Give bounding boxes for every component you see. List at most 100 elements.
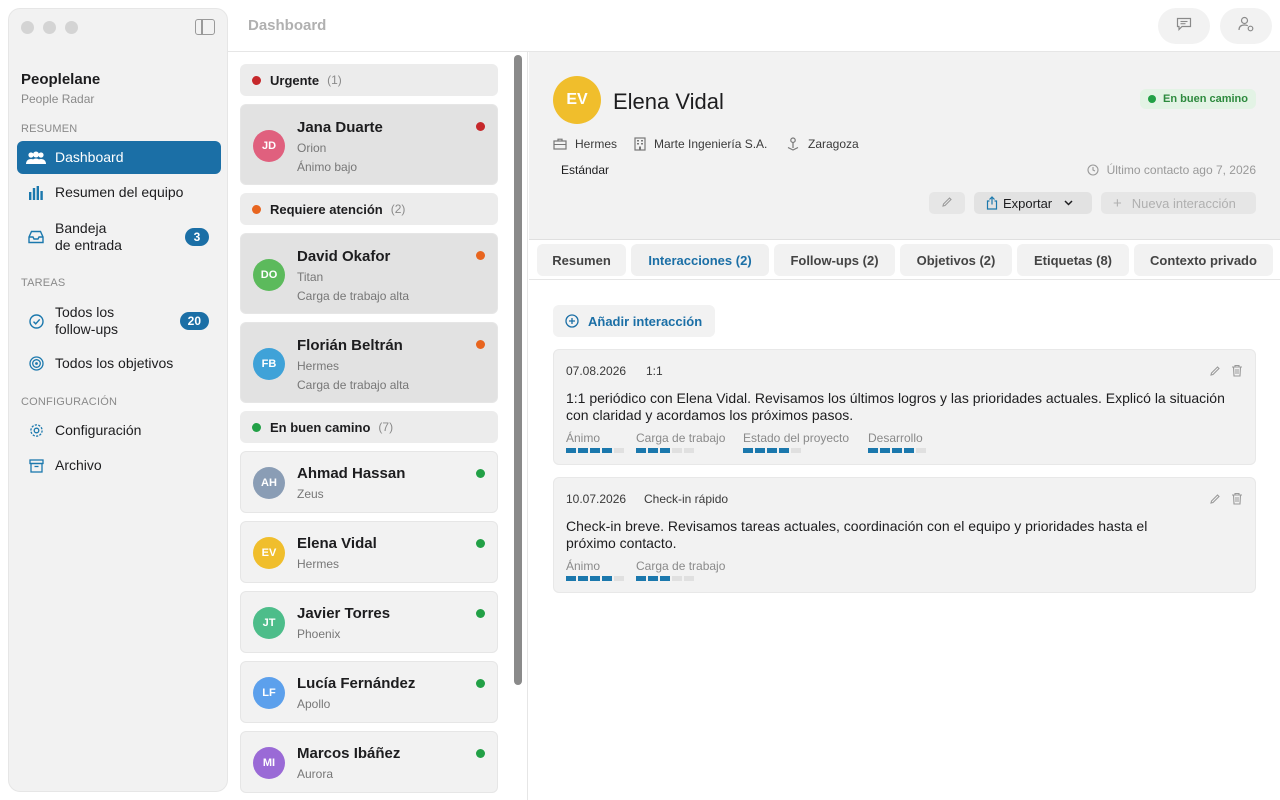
interaction-type: 1:1 [646,364,663,378]
group-label: Urgente [270,72,320,88]
trash-icon[interactable] [1231,492,1243,510]
tab-goals[interactable]: Objetivos (2) [900,244,1012,276]
metric-rating [636,576,694,581]
sidebar-item-dashboard[interactable]: Dashboard [17,141,221,174]
interaction-card[interactable]: 07.08.2026 1:1 1:1 periódico con Elena V… [553,349,1256,465]
group-count: (7) [378,420,394,434]
group-header-on-track[interactable]: En buen camino (7) [240,411,498,443]
person-card[interactable]: FB Florián Beltrán Hermes Carga de traba… [240,322,498,403]
metric-rating [566,448,624,453]
last-contact-text: Último contacto ago 7, 2026 [1106,163,1256,177]
metric-rating [636,448,694,453]
sidebar-item-team-summary[interactable]: Resumen del equipo [17,176,221,209]
company-meta: Marte Ingeniería S.A. [634,137,767,151]
person-card[interactable]: MI Marcos Ibáñez Aurora [240,731,498,793]
rating-segment [791,448,801,453]
export-button[interactable]: Exportar [974,192,1092,214]
tab-private-context[interactable]: Contexto privado [1134,244,1273,276]
sidebar-item-all-goals[interactable]: Todos los objetivos [17,347,221,380]
person-detail: EV Elena Vidal En buen camino Hermes Mar… [529,52,1280,800]
rating-segment [892,448,902,453]
group-header-needs-attention[interactable]: Requiere atención (2) [240,193,498,225]
sidebar-item-inbox[interactable]: Bandeja de entrada 3 [17,219,221,255]
edit-icon[interactable] [1209,492,1221,510]
person-name: Jana Duarte [297,119,383,136]
chevron-down-icon[interactable] [1064,200,1073,206]
rating-segment [636,448,646,453]
person-card[interactable]: JD Jana Duarte Orion Ánimo bajo [240,104,498,185]
person-card[interactable]: DO David Okafor Titan Carga de trabajo a… [240,233,498,314]
followups-count-badge: 20 [179,312,209,330]
add-interaction-button[interactable]: Añadir interacción [553,305,715,337]
tab-summary[interactable]: Resumen [537,244,626,276]
sidebar-item-settings[interactable]: Configuración [17,414,221,447]
status-dot [476,340,485,349]
person-team: Phoenix [297,627,341,641]
rating-segment [660,576,670,581]
rating-segment [566,576,576,581]
list-scrollbar[interactable] [514,55,522,685]
user-settings-button[interactable] [1220,8,1272,44]
avatar: EV [253,537,285,569]
tab-followups[interactable]: Follow-ups (2) [774,244,895,276]
toolbar: Dashboard [228,0,1280,52]
status-dot [476,539,485,548]
person-card[interactable]: EV Elena Vidal Hermes [240,521,498,583]
group-header-urgent[interactable]: Urgente (1) [240,64,498,96]
plus-circle-icon [565,314,579,328]
rating-segment [578,448,588,453]
avatar: MI [253,747,285,779]
rating-segment [904,448,914,453]
person-name-heading: Elena Vidal [613,89,724,114]
person-card[interactable]: AH Ahmad Hassan Zeus [240,451,498,513]
new-interaction-button[interactable]: + Nueva interacción [1101,192,1256,214]
person-card[interactable]: LF Lucía Fernández Apollo [240,661,498,723]
briefcase-icon [553,138,567,150]
sidebar-item-archive[interactable]: Archivo [17,449,221,482]
rating-segment [566,448,576,453]
status-dot [476,469,485,478]
sidebar-item-label: Resumen del equipo [55,184,184,200]
detail-tabs: Resumen Interacciones (2) Follow-ups (2)… [529,240,1280,280]
metric-rating [566,576,624,581]
rating-segment [755,448,765,453]
metric-label: Carga de trabajo [636,559,726,573]
edit-icon[interactable] [1209,364,1221,382]
person-team: Orion [297,141,327,155]
group-label: Requiere atención [270,201,383,217]
tab-tags[interactable]: Etiquetas (8) [1017,244,1129,276]
trash-icon[interactable] [1231,364,1243,382]
avatar: EV [553,76,601,124]
status-dot [476,122,485,131]
section-tasks-label: TAREAS [21,277,66,289]
group-count: (1) [327,73,342,87]
zoom-window-button[interactable] [65,21,78,34]
rating-segment [636,576,646,581]
rating-segment [590,576,600,581]
chat-button[interactable] [1158,8,1210,44]
tab-interactions[interactable]: Interacciones (2) [631,244,769,276]
window-controls [21,21,78,34]
interaction-card[interactable]: 10.07.2026 Check-in rápido Check-in brev… [553,477,1256,593]
sidebar: Peoplelane People Radar RESUMEN Dashboar… [8,8,228,792]
metric-label: Ánimo [566,559,601,573]
status-dot [476,251,485,260]
add-interaction-label: Añadir interacción [588,313,703,329]
new-interaction-label: Nueva interacción [1131,195,1236,211]
chat-icon [1176,17,1192,36]
page-title: Dashboard [248,17,327,34]
check-circle-icon [25,312,47,330]
rating-segment [648,448,658,453]
close-window-button[interactable] [21,21,34,34]
avatar: JT [253,607,285,639]
person-name: Javier Torres [297,605,391,622]
person-note: Ánimo bajo [297,160,358,174]
sidebar-toggle-icon[interactable] [195,19,215,35]
sidebar-item-all-followups[interactable]: Todos los follow-ups 20 [17,303,221,339]
person-name: Marcos Ibáñez [297,745,401,762]
minimize-window-button[interactable] [43,21,56,34]
edit-button[interactable] [929,192,965,214]
person-card[interactable]: JT Javier Torres Phoenix [240,591,498,653]
group-label: En buen camino [270,419,371,435]
on-track-status-dot [252,422,261,432]
